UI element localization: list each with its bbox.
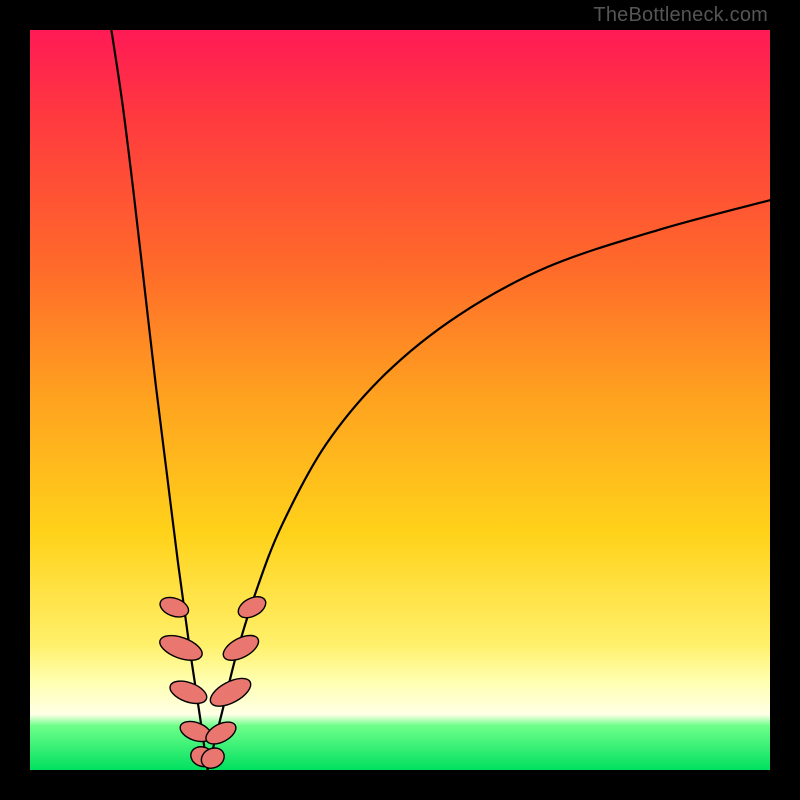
chart-frame: TheBottleneck.com: [0, 0, 800, 800]
bead-6: [202, 718, 239, 749]
watermark-text: TheBottleneck.com: [593, 4, 768, 27]
bead-9: [235, 592, 269, 622]
bead-1: [157, 631, 206, 666]
bottleneck-curve: [111, 30, 770, 770]
curve-layer: [30, 30, 770, 770]
bead-2: [167, 677, 210, 708]
plot-area: [30, 30, 770, 770]
curve-right-branch: [208, 200, 770, 770]
